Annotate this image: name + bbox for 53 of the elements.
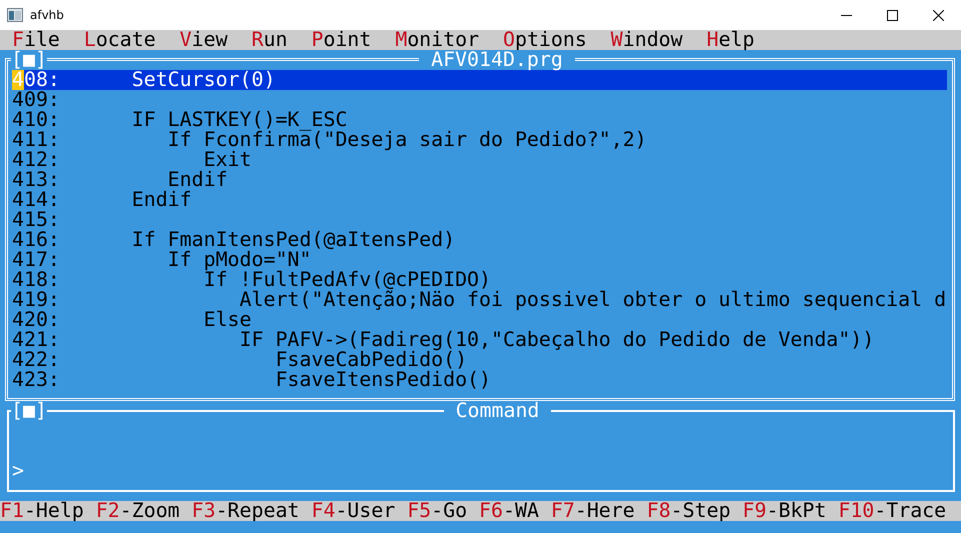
code-line: Endif — [130, 190, 192, 210]
code-line: If !FultPedAfv(@cPEDIDO) — [202, 270, 492, 290]
menu-item[interactable]: File — [0, 30, 72, 50]
line-number: 415: — [12, 210, 61, 230]
line-number: 421: — [12, 330, 61, 350]
code-line: IF PAFV->(Fadireg(10,"Cabeçalho do Pedido de Venda")) — [238, 330, 874, 350]
code-window-title: AFV014D.prg — [419, 50, 575, 70]
function-key[interactable]: F7-Here — [550, 501, 635, 521]
function-key[interactable]: F2-Zoom — [96, 501, 180, 521]
code-line: IF LASTKEY()=K_ESC — [130, 110, 348, 130]
menu-item[interactable]: Options — [491, 30, 599, 50]
window-title: afvhb — [30, 8, 64, 22]
line-number: 412: — [12, 150, 61, 170]
menu-item[interactable]: Run — [240, 30, 300, 50]
maximize-icon — [886, 10, 898, 20]
code-line: If FmanItensPed(@aItensPed) — [130, 230, 456, 250]
menu-item[interactable]: Point — [299, 30, 384, 50]
line-number: 417: — [12, 250, 61, 270]
menu-item[interactable]: Help — [694, 30, 766, 50]
app-icon — [7, 8, 23, 22]
function-key[interactable]: F6-WA — [479, 501, 539, 521]
line-number: 422: — [12, 350, 61, 370]
function-key[interactable]: F1-Help — [0, 501, 84, 521]
line-number: 409: — [12, 90, 61, 110]
line-number: 413: — [12, 170, 61, 190]
code-line: Endif — [168, 170, 228, 190]
code-line: SetCursor(0) — [130, 70, 276, 90]
code-line: FsaveCabPedido() — [274, 350, 468, 370]
function-key[interactable]: F5-Go — [407, 501, 468, 521]
function-key[interactable]: F8-Step — [646, 501, 731, 521]
code-line: Exit — [204, 150, 252, 170]
line-number: 411: — [12, 130, 61, 150]
code-line: Else — [202, 310, 252, 330]
function-key[interactable]: F9-BkPt — [742, 501, 826, 521]
code-line: Alert("Atenção;Näo foi possivel obter o ultimo sequencial d — [240, 290, 946, 310]
menu-item[interactable]: View — [168, 30, 240, 50]
line-number: 419: — [12, 290, 61, 310]
code-line: If pModo="N" — [166, 250, 312, 270]
code-line: If Fconfirma("Deseja sair do Pedido?",2) — [166, 130, 647, 150]
function-key[interactable]: F3-Repeat — [192, 501, 300, 521]
menu-item[interactable]: Monitor — [383, 30, 492, 50]
function-key[interactable]: F10-Trace — [838, 501, 946, 521]
close-icon — [932, 10, 944, 20]
line-number: 418: — [12, 270, 61, 290]
line-number: 410: — [12, 110, 61, 130]
code-line: FsaveItensPedido() — [274, 370, 492, 390]
function-key[interactable]: F4-User — [311, 501, 396, 521]
line-number: 423: — [12, 370, 61, 390]
line-number: 414: — [12, 190, 61, 210]
line-number: 416: — [12, 230, 61, 250]
menu-item[interactable]: Window — [598, 30, 695, 50]
line-number: 420: — [12, 310, 61, 330]
menu-item[interactable]: Locate — [72, 30, 168, 50]
